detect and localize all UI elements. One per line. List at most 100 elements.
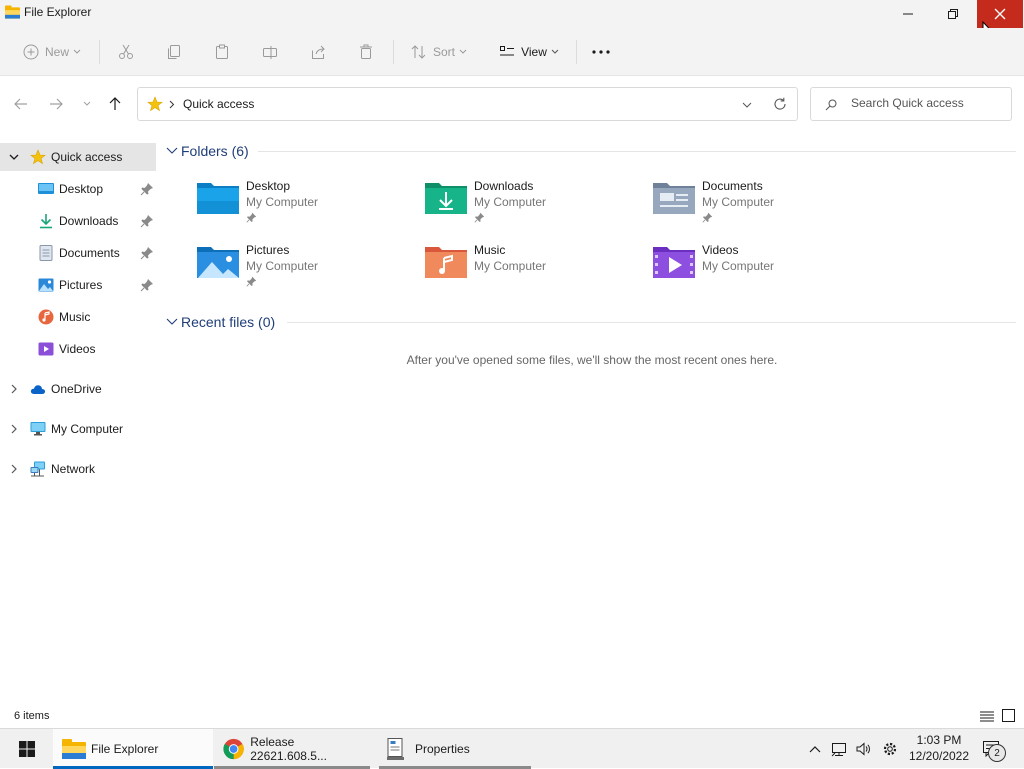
pin-icon[interactable]: [140, 182, 154, 196]
tiles-view-icon[interactable]: [1002, 709, 1015, 722]
chevron-down-icon[interactable]: [8, 151, 20, 163]
sidebar-item-music[interactable]: Music: [0, 303, 156, 331]
sidebar-item-pictures[interactable]: Pictures: [0, 271, 156, 299]
view-button-label: View: [521, 45, 547, 59]
settings-button[interactable]: [880, 739, 900, 759]
folder-tile-documents[interactable]: Documents My Computer: [652, 173, 872, 229]
folder-name: Pictures: [246, 243, 290, 257]
folder-location: My Computer: [702, 259, 775, 273]
folder-location: My Computer: [474, 195, 547, 209]
cut-button[interactable]: [114, 38, 138, 66]
downloads-folder-icon: [425, 183, 467, 214]
recent-locations-button[interactable]: [76, 93, 98, 115]
address-bar[interactable]: Quick access: [137, 87, 798, 121]
downloads-icon: [40, 214, 52, 229]
chevron-right-icon[interactable]: [8, 423, 20, 435]
taskbar-item-properties[interactable]: Properties: [379, 729, 531, 769]
pin-icon[interactable]: [140, 214, 154, 228]
delete-button[interactable]: [354, 38, 378, 66]
command-bar: New Sort View: [0, 28, 1024, 76]
documents-folder-icon: [653, 183, 695, 214]
folder-name: Videos: [702, 243, 739, 257]
arrow-right-icon: [50, 98, 63, 110]
paste-button[interactable]: [210, 38, 234, 66]
taskbar-item-file-explorer[interactable]: File Explorer: [53, 729, 213, 769]
volume-button[interactable]: [853, 739, 873, 759]
star-icon: [30, 149, 46, 165]
network-status-button[interactable]: [829, 739, 849, 759]
pin-icon[interactable]: [140, 278, 154, 292]
search-box[interactable]: [810, 87, 1012, 121]
folder-location: My Computer: [702, 195, 775, 209]
forward-button[interactable]: [45, 93, 67, 115]
folder-tile-pictures[interactable]: Pictures My Computer: [196, 237, 416, 293]
restore-button[interactable]: [930, 0, 976, 28]
folders-section-header[interactable]: Folders (6): [166, 143, 249, 159]
sidebar-item-quick-access[interactable]: Quick access: [0, 143, 156, 171]
sidebar-item-downloads[interactable]: Downloads: [0, 207, 156, 235]
rename-button[interactable]: [258, 38, 282, 66]
new-button-label: New: [44, 45, 69, 59]
details-view-icon[interactable]: [980, 710, 994, 723]
up-button[interactable]: [104, 93, 126, 115]
clock[interactable]: 1:03 PM 12/20/2022: [904, 732, 974, 764]
sidebar-item-label: Downloads: [59, 214, 119, 228]
toolbar-divider: [393, 40, 394, 64]
chevron-right-icon[interactable]: [8, 463, 20, 475]
folder-location: My Computer: [474, 259, 547, 273]
gear-icon: [883, 742, 897, 756]
navigation-pane: Quick access Desktop Downloads Documents…: [0, 140, 158, 700]
sidebar-item-network[interactable]: Network: [0, 455, 156, 483]
chevron-right-icon[interactable]: [8, 383, 20, 395]
refresh-icon[interactable]: [773, 97, 787, 111]
more-options-button[interactable]: [589, 38, 613, 66]
share-button[interactable]: [306, 38, 330, 66]
section-divider: [258, 151, 1016, 152]
sidebar-item-onedrive[interactable]: OneDrive: [0, 375, 156, 403]
window-title: File Explorer: [24, 5, 92, 19]
sort-icon: [411, 45, 426, 59]
clipboard-icon: [216, 44, 228, 59]
folder-tile-videos[interactable]: Videos My Computer: [652, 237, 872, 293]
recent-files-section-header[interactable]: Recent files (0): [166, 314, 275, 330]
sidebar-item-label: My Computer: [51, 422, 124, 436]
sidebar-item-label: Desktop: [59, 182, 104, 196]
rename-icon: [263, 46, 277, 59]
section-divider: [287, 322, 1016, 323]
pictures-folder-icon: [197, 247, 239, 278]
chevron-down-icon[interactable]: [742, 102, 752, 108]
taskbar-item-chrome[interactable]: Release 22621.608.5...: [214, 729, 370, 769]
copy-button[interactable]: [162, 38, 186, 66]
sort-button[interactable]: Sort: [406, 38, 472, 66]
sidebar-item-label: Network: [51, 462, 96, 476]
item-count: 6 items: [14, 710, 50, 722]
desktop-folder-icon: [197, 183, 239, 214]
pin-icon[interactable]: [140, 246, 154, 260]
folder-tile-music[interactable]: Music My Computer: [424, 237, 644, 293]
sidebar-item-desktop[interactable]: Desktop: [0, 175, 156, 203]
sidebar-item-videos[interactable]: Videos: [0, 335, 156, 363]
minimize-button[interactable]: [885, 0, 931, 28]
back-button[interactable]: [10, 93, 32, 115]
sidebar-item-label: OneDrive: [51, 382, 102, 396]
view-button[interactable]: View: [494, 38, 564, 66]
computer-icon: [30, 422, 46, 436]
new-button[interactable]: New: [18, 38, 86, 66]
star-icon: [147, 96, 163, 112]
view-list-icon: [500, 46, 515, 56]
speaker-icon: [856, 742, 870, 756]
windows-logo-icon: [19, 741, 35, 757]
properties-icon: [387, 738, 404, 760]
sidebar-item-label: Quick access: [51, 150, 123, 164]
show-hidden-icons-button[interactable]: [805, 739, 825, 759]
sidebar-item-my-computer[interactable]: My Computer: [0, 415, 156, 443]
start-button[interactable]: [14, 729, 40, 769]
music-icon: [38, 309, 54, 325]
search-input[interactable]: [851, 96, 1001, 110]
folders-section-title: Folders (6): [181, 143, 249, 159]
documents-icon: [39, 245, 53, 261]
taskbar-item-label: Release 22621.608.5...: [250, 735, 327, 763]
folder-tile-desktop[interactable]: Desktop My Computer: [196, 173, 416, 229]
sidebar-item-documents[interactable]: Documents: [0, 239, 156, 267]
folder-tile-downloads[interactable]: Downloads My Computer: [424, 173, 644, 229]
